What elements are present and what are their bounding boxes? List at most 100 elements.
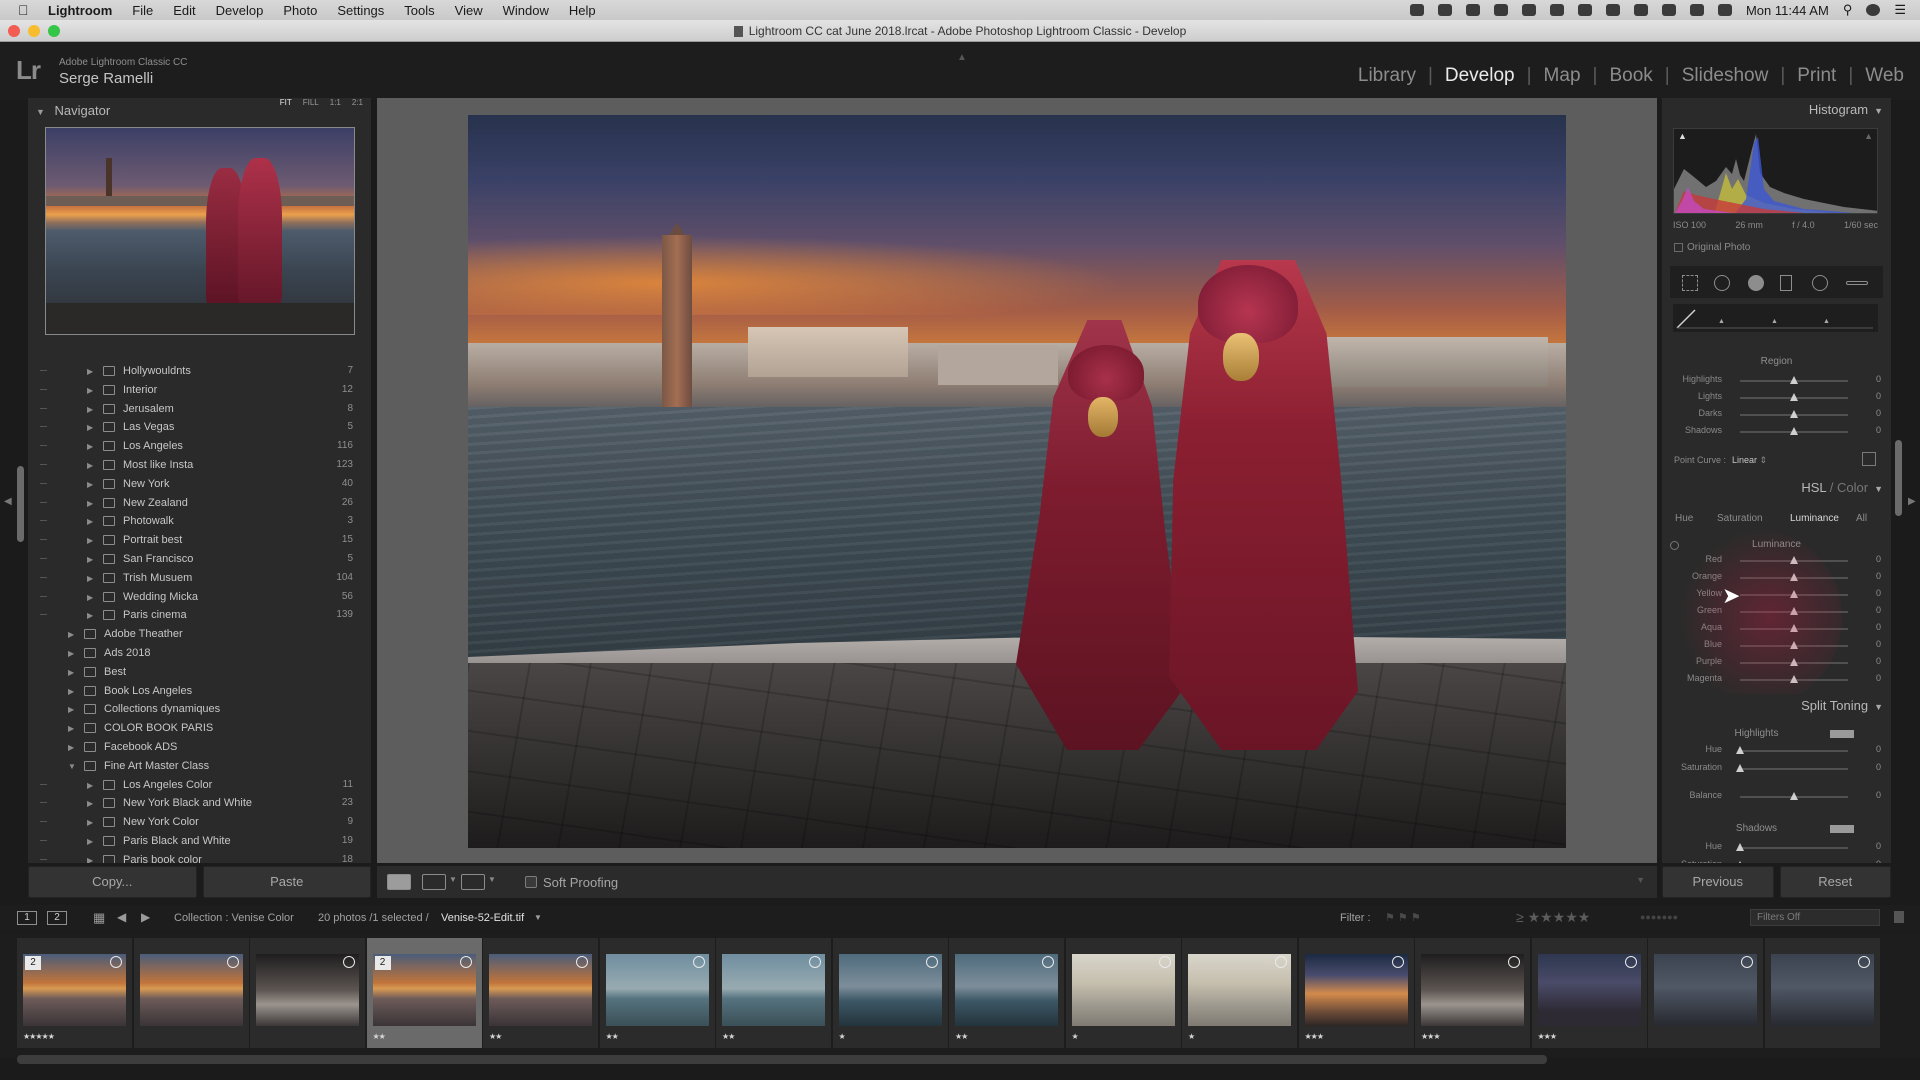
selected-filename[interactable]: Venise-52-Edit.tif: [441, 912, 524, 924]
hsl-tab-all[interactable]: All: [1856, 513, 1867, 524]
slider-thumb[interactable]: [1736, 746, 1744, 754]
left-panel-toggle-icon[interactable]: ◀: [4, 496, 12, 507]
module-web[interactable]: Web: [1853, 65, 1916, 87]
slider-thumb[interactable]: [1790, 410, 1798, 418]
close-window-button[interactable]: [8, 25, 20, 37]
menu-file[interactable]: File: [132, 3, 153, 18]
expand-right-arrow-icon[interactable]: ▶: [87, 555, 93, 564]
curve-split-handle[interactable]: ▲: [1718, 318, 1725, 325]
slider-value[interactable]: 0: [1876, 656, 1881, 666]
collapse-triangle-icon[interactable]: ▼: [1874, 106, 1883, 116]
dropbox-icon[interactable]: [1521, 4, 1536, 16]
tray-app-icon[interactable]: [1605, 4, 1620, 16]
expand-right-arrow-icon[interactable]: ▶: [87, 837, 93, 846]
expand-right-arrow-icon[interactable]: ▶: [87, 442, 93, 451]
point-curve-selector[interactable]: Point Curve : Linear ⇕: [1674, 455, 1767, 466]
histogram-header[interactable]: Histogram ▼: [1662, 98, 1891, 122]
original-photo-toggle[interactable]: Original Photo: [1674, 242, 1750, 253]
slider-track[interactable]: [1740, 847, 1848, 849]
tray-app-icon[interactable]: [1493, 4, 1508, 16]
collection-item[interactable]: ▶ Los Angeles 116: [28, 438, 371, 456]
quick-collection-icon[interactable]: [1857, 956, 1870, 968]
quick-collection-icon[interactable]: [925, 956, 938, 968]
previous-settings-button[interactable]: Previous: [1662, 866, 1774, 898]
crop-tool-icon[interactable]: [1682, 275, 1698, 291]
expand-right-arrow-icon[interactable]: ▶: [68, 630, 74, 639]
collection-item[interactable]: ▶ Jerusalem 8: [28, 401, 371, 419]
menu-list-icon[interactable]: ☰: [1894, 2, 1906, 18]
filmstrip-thumbnail[interactable]: ★★: [716, 938, 831, 1048]
expand-right-arrow-icon[interactable]: ▶: [87, 461, 93, 470]
collection-item[interactable]: ▶ Photowalk 3: [28, 513, 371, 531]
collection-item[interactable]: ▶ Collections dynamiques: [28, 701, 371, 719]
forward-arrow-icon[interactable]: ▶: [141, 910, 150, 924]
quick-collection-icon[interactable]: [226, 956, 239, 968]
slider-thumb[interactable]: [1790, 393, 1798, 401]
collection-item[interactable]: ▶ Paris book color 18: [28, 852, 371, 863]
filters-dropdown[interactable]: Filters Off: [1750, 909, 1880, 926]
menu-photo[interactable]: Photo: [283, 3, 317, 18]
module-library[interactable]: Library: [1346, 65, 1428, 87]
slider-value[interactable]: 0: [1876, 605, 1881, 615]
expand-right-arrow-icon[interactable]: ▶: [87, 818, 93, 827]
filmstrip-thumbnail[interactable]: [133, 938, 249, 1048]
expand-right-arrow-icon[interactable]: ▶: [68, 705, 74, 714]
slider-value[interactable]: 0: [1876, 571, 1881, 581]
zoom-fill[interactable]: FILL: [303, 98, 319, 107]
menubar-clock[interactable]: Mon 11:44 AM: [1746, 3, 1829, 18]
slider-value[interactable]: 0: [1876, 554, 1881, 564]
shadows-color-swatch[interactable]: [1830, 825, 1854, 833]
before-after-view-button[interactable]: [422, 874, 446, 890]
zoom-window-button[interactable]: [48, 25, 60, 37]
slider-value[interactable]: 0: [1876, 673, 1881, 683]
collection-item[interactable]: ▶ Best: [28, 664, 371, 682]
slider-thumb[interactable]: [1736, 843, 1744, 851]
dropdown-arrow-icon[interactable]: ▼: [449, 875, 457, 884]
hsl-tab-luminance[interactable]: Luminance: [1790, 513, 1839, 524]
expand-right-arrow-icon[interactable]: ▶: [68, 724, 74, 733]
second-window-button[interactable]: 2: [47, 911, 67, 925]
expand-right-arrow-icon[interactable]: ▶: [68, 743, 74, 752]
module-print[interactable]: Print: [1785, 65, 1848, 87]
highlight-clipping-icon[interactable]: ▲: [1864, 131, 1873, 141]
slider-value[interactable]: 0: [1876, 588, 1881, 598]
expand-right-arrow-icon[interactable]: ▶: [87, 386, 93, 395]
tray-app-icon[interactable]: [1577, 4, 1592, 16]
slider-value[interactable]: 0: [1876, 841, 1881, 851]
slider-track[interactable]: [1740, 750, 1848, 752]
module-develop[interactable]: Develop: [1433, 65, 1527, 87]
airplay-icon[interactable]: [1689, 4, 1704, 16]
quick-collection-icon[interactable]: [1158, 956, 1171, 968]
target-adjust-tool-icon[interactable]: [1862, 452, 1876, 466]
collection-item[interactable]: ▶ Wedding Micka 56: [28, 589, 371, 607]
module-map[interactable]: Map: [1532, 65, 1593, 87]
collection-item[interactable]: ▶ Interior 12: [28, 382, 371, 400]
quick-collection-icon[interactable]: [692, 956, 705, 968]
filter-lock-icon[interactable]: [1894, 911, 1904, 923]
quick-collection-icon[interactable]: [1741, 956, 1753, 968]
hsl-tab-saturation[interactable]: Saturation: [1717, 513, 1763, 524]
rating-filter-stars[interactable]: ≥ ★★★★★: [1516, 909, 1590, 926]
loupe-view-button[interactable]: [387, 874, 411, 890]
top-panel-toggle-icon[interactable]: ▲: [957, 52, 967, 63]
search-icon[interactable]: ⚲: [1843, 2, 1853, 18]
color-title[interactable]: Color: [1837, 480, 1868, 495]
expand-down-arrow-icon[interactable]: ▼: [68, 762, 76, 771]
slider-thumb[interactable]: [1790, 792, 1798, 800]
collection-item[interactable]: ▼ Fine Art Master Class: [28, 758, 371, 776]
expand-right-arrow-icon[interactable]: ▶: [87, 611, 93, 620]
stack-count-badge[interactable]: 2: [25, 956, 41, 970]
quick-collection-icon[interactable]: [1508, 956, 1520, 968]
menu-view[interactable]: View: [455, 3, 483, 18]
spot-removal-tool-icon[interactable]: [1714, 275, 1730, 291]
soft-proofing-checkbox[interactable]: [525, 876, 537, 888]
adjustment-brush-tool-icon[interactable]: [1846, 281, 1868, 285]
tray-app-icon[interactable]: [1549, 4, 1564, 16]
expand-right-arrow-icon[interactable]: ▶: [68, 687, 74, 696]
expand-right-arrow-icon[interactable]: ▶: [68, 649, 74, 658]
filmstrip-thumbnail[interactable]: [1648, 938, 1763, 1048]
toolbar-options-icon[interactable]: ▼: [1636, 875, 1645, 885]
hsl-title[interactable]: HSL: [1801, 480, 1826, 495]
quick-collection-icon[interactable]: [343, 956, 355, 968]
time-machine-icon[interactable]: [1633, 4, 1648, 16]
